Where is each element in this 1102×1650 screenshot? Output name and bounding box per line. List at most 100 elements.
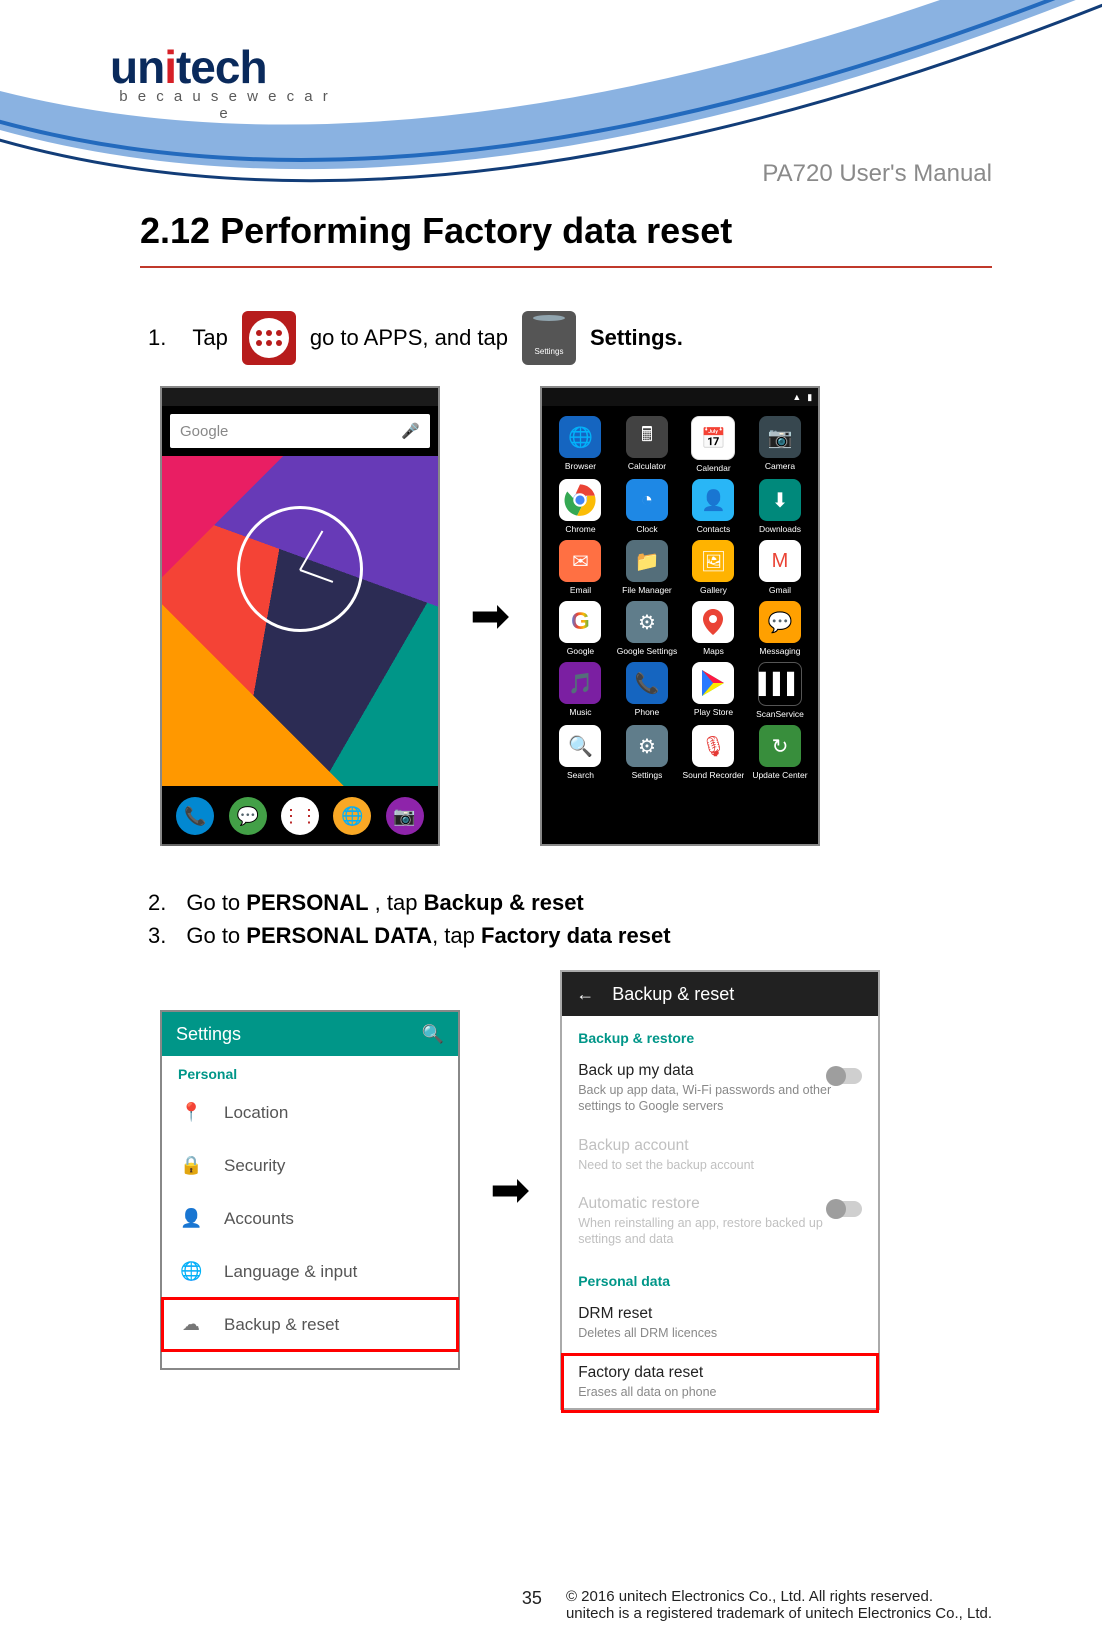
google-search-bar[interactable]: Google 🎤 — [170, 414, 430, 448]
app-calculator[interactable]: 🖩Calculator — [615, 416, 680, 473]
step-2-a: Go to — [186, 890, 246, 915]
settings-item-location[interactable]: 📍Location — [162, 1086, 458, 1139]
app-email[interactable]: ✉ Email — [548, 540, 613, 595]
phone-icon[interactable]: 📞 — [176, 797, 214, 835]
app-file-manager[interactable]: 📁File Manager — [615, 540, 680, 595]
app-browser[interactable]: 🌐 Browser — [548, 416, 613, 473]
app-label: Phone — [635, 707, 660, 717]
step-1: 1. Tap go to APPS, and tap Settings Sett… — [148, 308, 992, 368]
item-title: Automatic restore — [578, 1195, 862, 1213]
settings-item-label: Backup & reset — [224, 1315, 339, 1335]
search-icon[interactable]: 🔍 — [422, 1024, 444, 1045]
app-label: Browser — [565, 461, 596, 471]
settings-app-bar: Settings 🔍 — [162, 1012, 458, 1056]
app-label: File Manager — [622, 585, 672, 595]
app-google-settings[interactable]: ⚙Google Settings — [615, 601, 680, 656]
battery-icon: ▮ — [807, 392, 812, 403]
camera-icon[interactable]: 📷 — [386, 797, 424, 835]
item-factory-data-reset[interactable]: Factory data reset Erases all data on ph… — [562, 1354, 878, 1412]
item-title: Factory data reset — [578, 1364, 862, 1382]
item-subtitle: Need to set the backup account — [578, 1157, 862, 1173]
app-phone[interactable]: 📞Phone — [615, 662, 680, 719]
app-google[interactable]: G Google — [548, 601, 613, 656]
app-clock[interactable]: ◔Clock — [615, 479, 680, 534]
item-title: DRM reset — [578, 1305, 862, 1323]
settings-item-label: Security — [224, 1156, 285, 1176]
settings-item-label: Location — [224, 1103, 288, 1123]
toggle-switch[interactable] — [828, 1068, 862, 1084]
app-calendar[interactable]: 📅Calendar — [681, 416, 746, 473]
item-drm-reset[interactable]: DRM reset Deletes all DRM licences — [562, 1295, 878, 1353]
app-downloads[interactable]: ⬇Downloads — [748, 479, 813, 534]
gmail-icon: M — [759, 540, 801, 582]
settings-title: Settings — [176, 1024, 241, 1045]
back-icon[interactable]: ← — [576, 984, 594, 1005]
step-2-d: Backup & reset — [424, 890, 584, 915]
app-chrome[interactable]: Chrome — [548, 479, 613, 534]
camera-icon: 📷 — [759, 416, 801, 458]
security-icon: 🔒 — [180, 1155, 202, 1176]
calendar-icon: 📅 — [691, 416, 735, 460]
settings-section-personal: Personal — [162, 1056, 458, 1086]
settings-icon-label: Settings — [535, 322, 564, 382]
logo-text-post: tech — [176, 41, 267, 93]
settings-app-icon: Settings — [522, 311, 576, 365]
app-label: ScanService — [756, 709, 804, 719]
app-label: Maps — [703, 646, 724, 656]
google-settings-icon: ⚙ — [626, 601, 668, 643]
email-icon: ✉ — [559, 540, 601, 582]
app-label: Settings — [632, 770, 663, 780]
calculator-icon: 🖩 — [626, 416, 668, 458]
app-gallery[interactable]: 🖼Gallery — [681, 540, 746, 595]
settings-item-accounts[interactable]: 👤Accounts — [162, 1192, 458, 1245]
app-play-store[interactable]: Play Store — [681, 662, 746, 719]
step-2-number: 2. — [148, 886, 166, 919]
browser-icon[interactable]: 🌐 — [333, 797, 371, 835]
step-3-d: Factory data reset — [481, 923, 671, 948]
app-label: Play Store — [694, 707, 733, 717]
app-settings[interactable]: ⚙Settings — [615, 725, 680, 780]
mic-icon[interactable]: 🎤 — [401, 422, 420, 440]
item-title: Backup account — [578, 1137, 862, 1155]
app-search[interactable]: 🔍Search — [548, 725, 613, 780]
app-label: Google — [567, 646, 594, 656]
apps-icon[interactable]: ⋮⋮ — [281, 797, 319, 835]
google-icon: G — [559, 601, 601, 643]
app-scanservice[interactable]: ▌▌▌ScanService — [748, 662, 813, 719]
app-music[interactable]: 🎵Music — [548, 662, 613, 719]
app-gmail[interactable]: MGmail — [748, 540, 813, 595]
app-maps[interactable]: Maps — [681, 601, 746, 656]
search-placeholder: Google — [180, 423, 228, 440]
item-title: Back up my data — [578, 1062, 862, 1080]
music-icon: 🎵 — [559, 662, 601, 704]
app-label: Email — [570, 585, 591, 595]
app-contacts[interactable]: 👤Contacts — [681, 479, 746, 534]
logo-tagline: b e c a u s e w e c a r e — [110, 88, 340, 122]
signal-icon: ▲ — [792, 392, 801, 402]
browser-icon: 🌐 — [559, 416, 601, 458]
app-sound-recorder[interactable]: 🎙Sound Recorder — [681, 725, 746, 780]
settings-item-label: Language & input — [224, 1262, 357, 1282]
contacts-icon: 👤 — [692, 479, 734, 521]
settings-item-language-input[interactable]: 🌐Language & input — [162, 1245, 458, 1298]
app-label: Search — [567, 770, 594, 780]
app-messaging[interactable]: 💬Messaging — [748, 601, 813, 656]
app-label: Gallery — [700, 585, 727, 595]
section-rule — [140, 266, 992, 268]
screenshot-app-drawer: ▲ ▮ 🌐 Browser 🖩Calculator📅Calendar📷Camera C… — [540, 386, 820, 846]
settings-item-backup-reset[interactable]: ☁Backup & reset — [162, 1298, 458, 1351]
item-backup-account: Backup account Need to set the backup ac… — [562, 1127, 878, 1185]
step-1-text-b: go to APPS, and tap — [310, 308, 508, 368]
step-2-b: PERSONAL — [246, 890, 368, 915]
toggle-switch — [828, 1201, 862, 1217]
app-update-center[interactable]: ↻Update Center — [748, 725, 813, 780]
settings-item-security[interactable]: 🔒 Security — [162, 1139, 458, 1192]
screenshot-row-2: Settings 🔍 Personal 📍Location 🔒 Security 👤A… — [160, 970, 992, 1410]
item-back-up-my-data[interactable]: Back up my data Back up app data, Wi-Fi … — [562, 1052, 878, 1127]
app-camera[interactable]: 📷Camera — [748, 416, 813, 473]
item-subtitle: Deletes all DRM licences — [578, 1325, 862, 1341]
item-subtitle: Back up app data, Wi-Fi passwords and ot… — [578, 1082, 862, 1115]
clock-widget[interactable] — [237, 506, 363, 632]
messaging-icon[interactable]: 💬 — [229, 797, 267, 835]
app-label: Sound Recorder — [683, 770, 745, 780]
